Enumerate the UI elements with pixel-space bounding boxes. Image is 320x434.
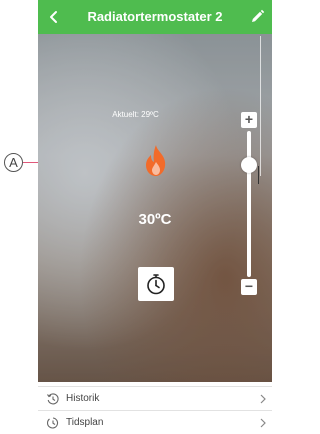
timer-button[interactable] <box>138 267 174 301</box>
menu-item-label: Historik <box>66 393 100 404</box>
pencil-icon[interactable] <box>248 8 266 26</box>
menu-item-label: Tidsplan <box>66 417 104 428</box>
increase-temperature-button[interactable]: + <box>241 112 257 128</box>
setpoint-temperature: 30ºC <box>138 211 172 228</box>
background-overlay <box>38 34 272 382</box>
bottom-menu: Historik Tidsplan <box>38 382 272 434</box>
back-button[interactable] <box>44 6 64 28</box>
page-title: Radiatortermostater 2 <box>87 9 223 24</box>
history-icon <box>47 392 59 404</box>
temperature-slider-thumb[interactable] <box>241 157 257 173</box>
chevron-left-icon <box>50 11 57 23</box>
slider-marker <box>258 166 259 184</box>
callout-label: A <box>4 153 23 172</box>
schedule-icon <box>47 416 59 429</box>
app-header: Radiatortermostater 2 <box>38 0 272 34</box>
edge-divider <box>260 36 261 176</box>
timer-icon <box>147 274 165 295</box>
flame-icon <box>146 145 166 176</box>
menu-item-history[interactable]: Historik <box>38 386 272 410</box>
chevron-right-icon <box>260 418 266 427</box>
menu-item-schedule[interactable]: Tidsplan <box>38 410 272 434</box>
chevron-right-icon <box>260 394 266 403</box>
decrease-temperature-button[interactable]: − <box>241 279 257 295</box>
temperature-slider-track[interactable] <box>247 131 251 277</box>
phone-screen: Radiatortermostater 2 Aktuelt: 29ºC 30ºC… <box>38 0 272 434</box>
current-temperature: Aktuelt: 29ºC <box>112 110 159 119</box>
